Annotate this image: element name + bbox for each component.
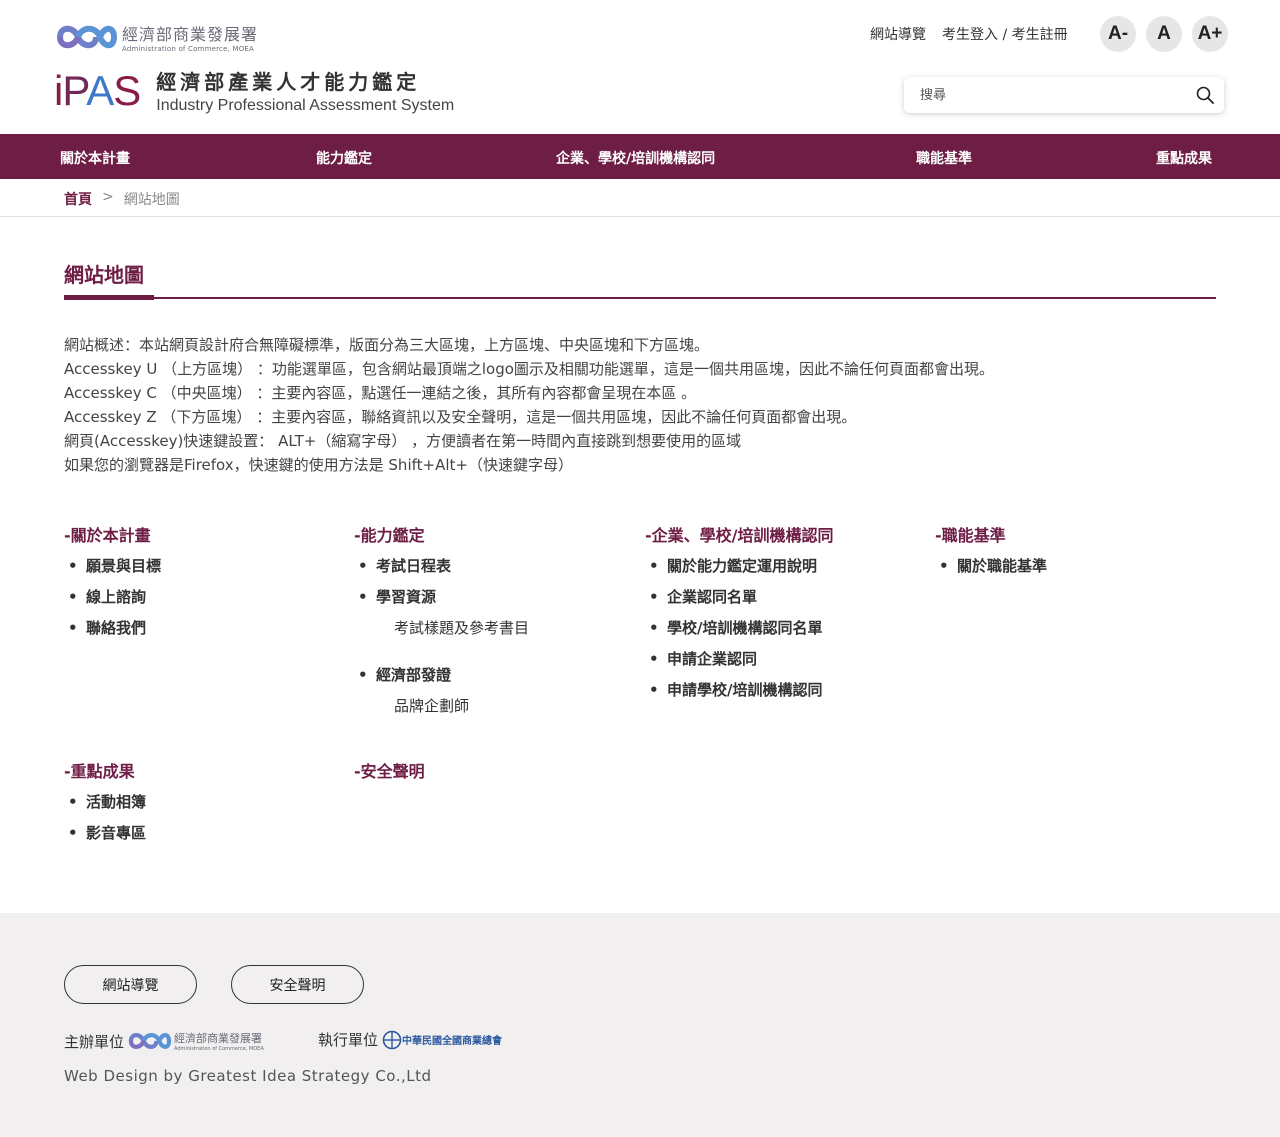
search-input[interactable] xyxy=(904,77,1174,113)
moea-logo[interactable]: 經濟部商業發展署 Administration of Commerce, MOE… xyxy=(56,20,258,54)
intro-line: Accesskey Z （下方區塊） ：主要內容區，聯絡資訊以及安全聲明，這是一… xyxy=(64,408,857,426)
main-nav: 關於本計畫 能力鑑定 企業、學校/培訓機構認同 職能基準 重點成果 xyxy=(0,134,1280,179)
breadcrumb-divider xyxy=(0,216,1280,217)
organizer-logo[interactable]: 經濟部商業發展署 Administration of Commerce, MOE… xyxy=(128,1029,264,1053)
sitemap-link[interactable]: 申請企業認同 xyxy=(645,648,834,679)
top-links: 網站導覽 考生登入 / 考生註冊 xyxy=(870,24,1084,44)
ipas-logo-mark-icon: iPAS xyxy=(54,66,141,114)
sitemap-link[interactable]: 考試日程表 xyxy=(354,555,529,586)
ipas-title-en: Industry Professional Assessment System xyxy=(156,97,455,114)
sitemap-heading[interactable]: -安全聲明 xyxy=(354,758,425,782)
executor-logo[interactable]: 中華民國全國商業總會 xyxy=(382,1030,502,1050)
title-underline-accent xyxy=(64,295,154,300)
site-footer: 網站導覽 安全聲明 主辦單位 經濟部商業發展署 Administration o… xyxy=(0,913,1280,1137)
sitemap-link[interactable]: 聯絡我們 xyxy=(64,617,161,648)
sitemap-link[interactable]: 活動相簿 xyxy=(64,791,146,822)
web-design-credit: Web Design by Greatest Idea Strategy Co.… xyxy=(64,1067,432,1085)
breadcrumb: 首頁 > 網站地圖 xyxy=(64,189,180,209)
moea-logo-mark-icon xyxy=(128,1033,172,1049)
ipas-title-zh: 經濟部產業人才能力鑑定 xyxy=(156,70,421,94)
font-larger-button[interactable]: A+ xyxy=(1192,16,1228,52)
sitemap-section-about: -關於本計畫 願景與目標 線上諮詢 聯絡我們 xyxy=(64,522,161,648)
sitemap-link[interactable]: 願景與目標 xyxy=(64,555,161,586)
organizer-name: 經濟部商業發展署 xyxy=(174,1032,263,1045)
sitemap-link[interactable]: 線上諮詢 xyxy=(64,586,161,617)
nav-item-about[interactable]: 關於本計畫 xyxy=(60,148,130,168)
ipas-logo[interactable]: iPAS 經濟部產業人才能力鑑定 Industry Professional A… xyxy=(54,66,454,115)
moea-name: 經濟部商業發展署 xyxy=(122,25,259,44)
sitemap-intro: 網站概述：本站網頁設計府合無障礙標準，版面分為三大區塊，上方區塊、中央區塊和下方… xyxy=(64,333,994,477)
intro-line: Accesskey C （中央區塊） ：主要內容區，點選任一連結之後，其所有內容… xyxy=(64,384,697,402)
sitemap-heading[interactable]: -職能基準 xyxy=(935,522,1047,546)
sitemap-heading[interactable]: -關於本計畫 xyxy=(64,522,161,546)
sitemap-heading[interactable]: -重點成果 xyxy=(64,758,146,782)
search-box xyxy=(904,77,1224,113)
sitemap-sublink[interactable]: 品牌企劃師 xyxy=(354,695,529,726)
sitemap-link[interactable]: 申請學校/培訓機構認同 xyxy=(645,679,834,710)
sitemap-link[interactable]: 學校/培訓機構認同名單 xyxy=(645,617,834,648)
nav-item-results[interactable]: 重點成果 xyxy=(1156,148,1212,168)
executor-name: 中華民國全國商業總會 xyxy=(402,1036,503,1047)
breadcrumb-separator: > xyxy=(102,189,114,205)
sitemap-section-standards: -職能基準 關於職能基準 xyxy=(935,522,1047,586)
sitemap-link[interactable]: 企業認同名單 xyxy=(645,586,834,617)
nav-item-recognition[interactable]: 企業、學校/培訓機構認同 xyxy=(556,148,715,168)
moea-en-name: Administration of Commerce, MOEA xyxy=(122,45,255,53)
sitemap-heading[interactable]: -企業、學校/培訓機構認同 xyxy=(645,522,834,546)
font-size-controls: A- A A+ xyxy=(1100,16,1238,52)
moea-logo-mark-icon xyxy=(57,25,118,49)
font-smaller-button[interactable]: A- xyxy=(1100,16,1136,52)
sitemap-section-security: -安全聲明 xyxy=(354,758,425,782)
top-link-login[interactable]: 考生登入 / 考生註冊 xyxy=(942,24,1068,44)
top-link-sitemap[interactable]: 網站導覽 xyxy=(870,24,926,44)
executor-label: 執行單位 xyxy=(318,1031,379,1049)
footer-security-button[interactable]: 安全聲明 xyxy=(231,965,364,1004)
font-normal-button[interactable]: A xyxy=(1146,16,1182,52)
organizer: 主辦單位 經濟部商業發展署 Administration of Commerce… xyxy=(64,1029,264,1053)
sitemap-link[interactable]: 影音專區 xyxy=(64,822,146,853)
intro-line: 網站概述：本站網頁設計府合無障礙標準，版面分為三大區塊，上方區塊、中央區塊和下方… xyxy=(64,336,710,354)
cnfi-emblem-icon xyxy=(382,1030,402,1049)
organizer-en-name: Administration of Commerce, MOEA xyxy=(174,1046,264,1052)
site-header: 經濟部商業發展署 Administration of Commerce, MOE… xyxy=(0,0,1280,134)
sitemap-section-recognition: -企業、學校/培訓機構認同 關於能力鑑定運用說明 企業認同名單 學校/培訓機構認… xyxy=(645,522,834,710)
title-underline xyxy=(64,297,1216,299)
intro-line: 如果您的瀏覽器是Firefox，快速鍵的使用方法是 Shift+Alt+（快速鍵… xyxy=(64,456,573,474)
sitemap-section-results: -重點成果 活動相簿 影音專區 xyxy=(64,758,146,853)
organizer-label: 主辦單位 xyxy=(64,1032,125,1051)
nav-item-standards[interactable]: 職能基準 xyxy=(916,148,972,168)
footer-sitemap-button[interactable]: 網站導覽 xyxy=(64,965,197,1004)
page-title: 網站地圖 xyxy=(64,263,144,287)
sitemap-link[interactable]: 經濟部發證 xyxy=(354,664,529,695)
intro-line: Accesskey U （上方區塊） ：功能選單區，包含網站最頂端之logo圖示… xyxy=(64,360,994,378)
breadcrumb-home[interactable]: 首頁 xyxy=(64,189,92,209)
sitemap-sublink[interactable]: 考試樣題及參考書目 xyxy=(354,617,529,664)
executor: 執行單位 中華民國全國商業總會 xyxy=(318,1029,502,1050)
breadcrumb-current: 網站地圖 xyxy=(123,192,180,208)
sitemap-section-certification: -能力鑑定 考試日程表 學習資源 考試樣題及參考書目 經濟部發證 品牌企劃師 xyxy=(354,522,529,726)
sitemap-link[interactable]: 關於職能基準 xyxy=(935,555,1047,586)
search-icon[interactable] xyxy=(1196,86,1214,104)
intro-line: 網頁(Accesskey)快速鍵設置： ALT+（縮寫字母） ，方便讀者在第一時… xyxy=(64,432,742,450)
sitemap-link[interactable]: 學習資源 xyxy=(354,586,529,617)
sitemap-link[interactable]: 關於能力鑑定運用說明 xyxy=(645,555,834,586)
sitemap-heading[interactable]: -能力鑑定 xyxy=(354,522,529,546)
nav-item-certification[interactable]: 能力鑑定 xyxy=(316,148,372,168)
